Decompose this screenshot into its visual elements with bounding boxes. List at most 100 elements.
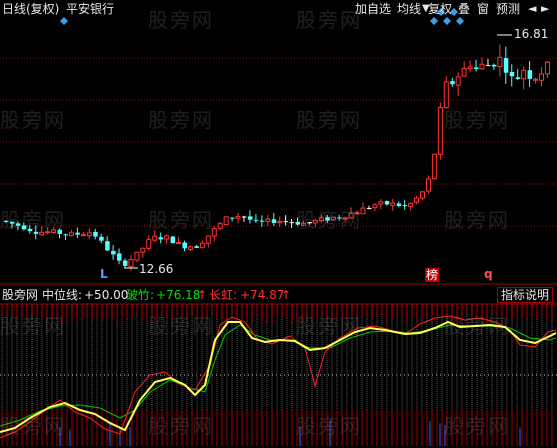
candle-body-down	[105, 241, 110, 251]
candle-body-down	[396, 203, 402, 206]
watermark: 股旁网	[296, 208, 362, 232]
changhong-value: +74.87	[240, 288, 285, 302]
candle-body-down	[450, 81, 455, 85]
prev-arrow-icon[interactable]: ◄	[528, 2, 536, 16]
candle-body-down	[63, 234, 68, 236]
candle-body-up	[187, 246, 193, 250]
pozhu-value: +76.18	[156, 288, 201, 302]
watermark: 股旁网	[0, 314, 66, 338]
candle-body-up	[146, 238, 152, 249]
watermark: 股旁网	[148, 314, 214, 338]
candle-body-down	[485, 65, 491, 67]
candle-body-up	[199, 242, 205, 249]
candle-body-down	[402, 205, 408, 207]
price-grid	[0, 57, 557, 227]
signal-diamond-icon	[430, 17, 438, 25]
bang-marker: 榜	[425, 268, 440, 282]
candle-body-up	[235, 216, 241, 219]
candle-body-down	[123, 260, 128, 266]
watermark: 股旁网	[444, 108, 510, 132]
watermark: 股旁网	[148, 108, 214, 132]
candle-body-up	[414, 197, 420, 203]
candle-body-down	[117, 253, 122, 261]
candle-body-up	[128, 259, 134, 268]
watermark: 股旁网	[148, 208, 214, 232]
watermark: 股旁网	[296, 108, 362, 132]
watermark: 股旁网	[148, 8, 214, 32]
candle-body-up	[390, 202, 396, 206]
candle-body-down	[527, 70, 533, 79]
signal-diamond-icon	[443, 17, 451, 25]
adjust-button[interactable]: 复权	[428, 2, 452, 16]
candle-body-down	[75, 232, 80, 235]
candle-body-up	[68, 232, 74, 236]
candle-body-up	[437, 106, 443, 155]
candle-body-down	[366, 207, 372, 209]
candle-body-up	[134, 251, 140, 261]
next-arrow-icon[interactable]: ►	[541, 2, 549, 16]
candle-body-up	[265, 218, 271, 223]
candle-body-up	[223, 216, 229, 226]
watermark: 股旁网	[0, 414, 66, 438]
candle-body-down	[509, 71, 515, 77]
candle-body-up	[539, 73, 544, 81]
candle-body-down	[170, 236, 176, 244]
candle-body-down	[515, 77, 521, 80]
candlesticks[interactable]	[4, 44, 550, 271]
candle-body-down	[384, 201, 390, 205]
candle-body-down	[99, 236, 104, 241]
candle-body-up	[277, 220, 283, 224]
candle-body-up	[497, 56, 503, 68]
signal-diamond-icon	[456, 17, 464, 25]
period-label[interactable]: 日线(复权)	[2, 2, 59, 16]
watermark: 股旁网	[0, 108, 66, 132]
candle-body-down	[111, 250, 116, 255]
moving-average-button[interactable]: 均线	[397, 2, 421, 16]
high-price-label: 16.81	[514, 27, 549, 41]
indicator-explain-button[interactable]: 指标说明	[497, 287, 554, 303]
candle-body-up	[521, 69, 527, 80]
watermark: 股旁网	[296, 314, 362, 338]
pozhu-up-arrow-icon: ↑	[197, 288, 208, 302]
candle-body-up	[425, 178, 431, 192]
candle-body-up	[479, 63, 485, 70]
candle-body-up	[378, 201, 384, 205]
watermark: 股旁网	[148, 414, 214, 438]
candle-body-up	[420, 191, 425, 199]
candle-body-down	[230, 217, 235, 219]
candle-body-up	[164, 235, 170, 240]
watermark: 股旁网	[296, 8, 362, 32]
indicator-name[interactable]: 股旁网	[2, 288, 38, 302]
candle-body-down	[93, 231, 98, 237]
watermark: 股旁网	[296, 414, 362, 438]
candle-body-up	[217, 223, 223, 229]
candle-body-up	[372, 204, 378, 209]
candle-body-up	[461, 67, 467, 77]
candle-body-down	[491, 64, 497, 67]
candle-body-up	[455, 76, 461, 86]
candle-body-down	[242, 216, 247, 218]
stock-name[interactable]: 平安银行	[66, 2, 114, 16]
candle-body-down	[158, 237, 164, 240]
candle-body-down	[503, 58, 509, 73]
candle-body-down	[194, 246, 199, 248]
low-price-label: 12.66	[139, 262, 174, 276]
candle-body-up	[86, 232, 92, 237]
watermark: 股旁网	[444, 314, 510, 338]
mid-line-label: 中位线:	[42, 288, 83, 302]
candle-body-down	[289, 222, 295, 224]
candle-body-up	[544, 61, 550, 75]
overlay-button[interactable]: 叠	[458, 2, 470, 16]
changhong-label: 长虹:	[209, 288, 238, 302]
candle-body-down	[182, 242, 187, 249]
candle-body-down	[271, 219, 277, 223]
candle-body-up	[176, 241, 182, 244]
candle-body-up	[467, 66, 473, 70]
q-marker: q	[484, 267, 493, 281]
forecast-button[interactable]: 预测	[496, 2, 520, 16]
candle-body-up	[205, 235, 211, 244]
watermark: 股旁网	[0, 208, 66, 232]
candle-body-down	[247, 216, 253, 220]
window-button[interactable]: 窗	[477, 2, 489, 16]
mid-line-value: +50.00	[84, 288, 129, 302]
